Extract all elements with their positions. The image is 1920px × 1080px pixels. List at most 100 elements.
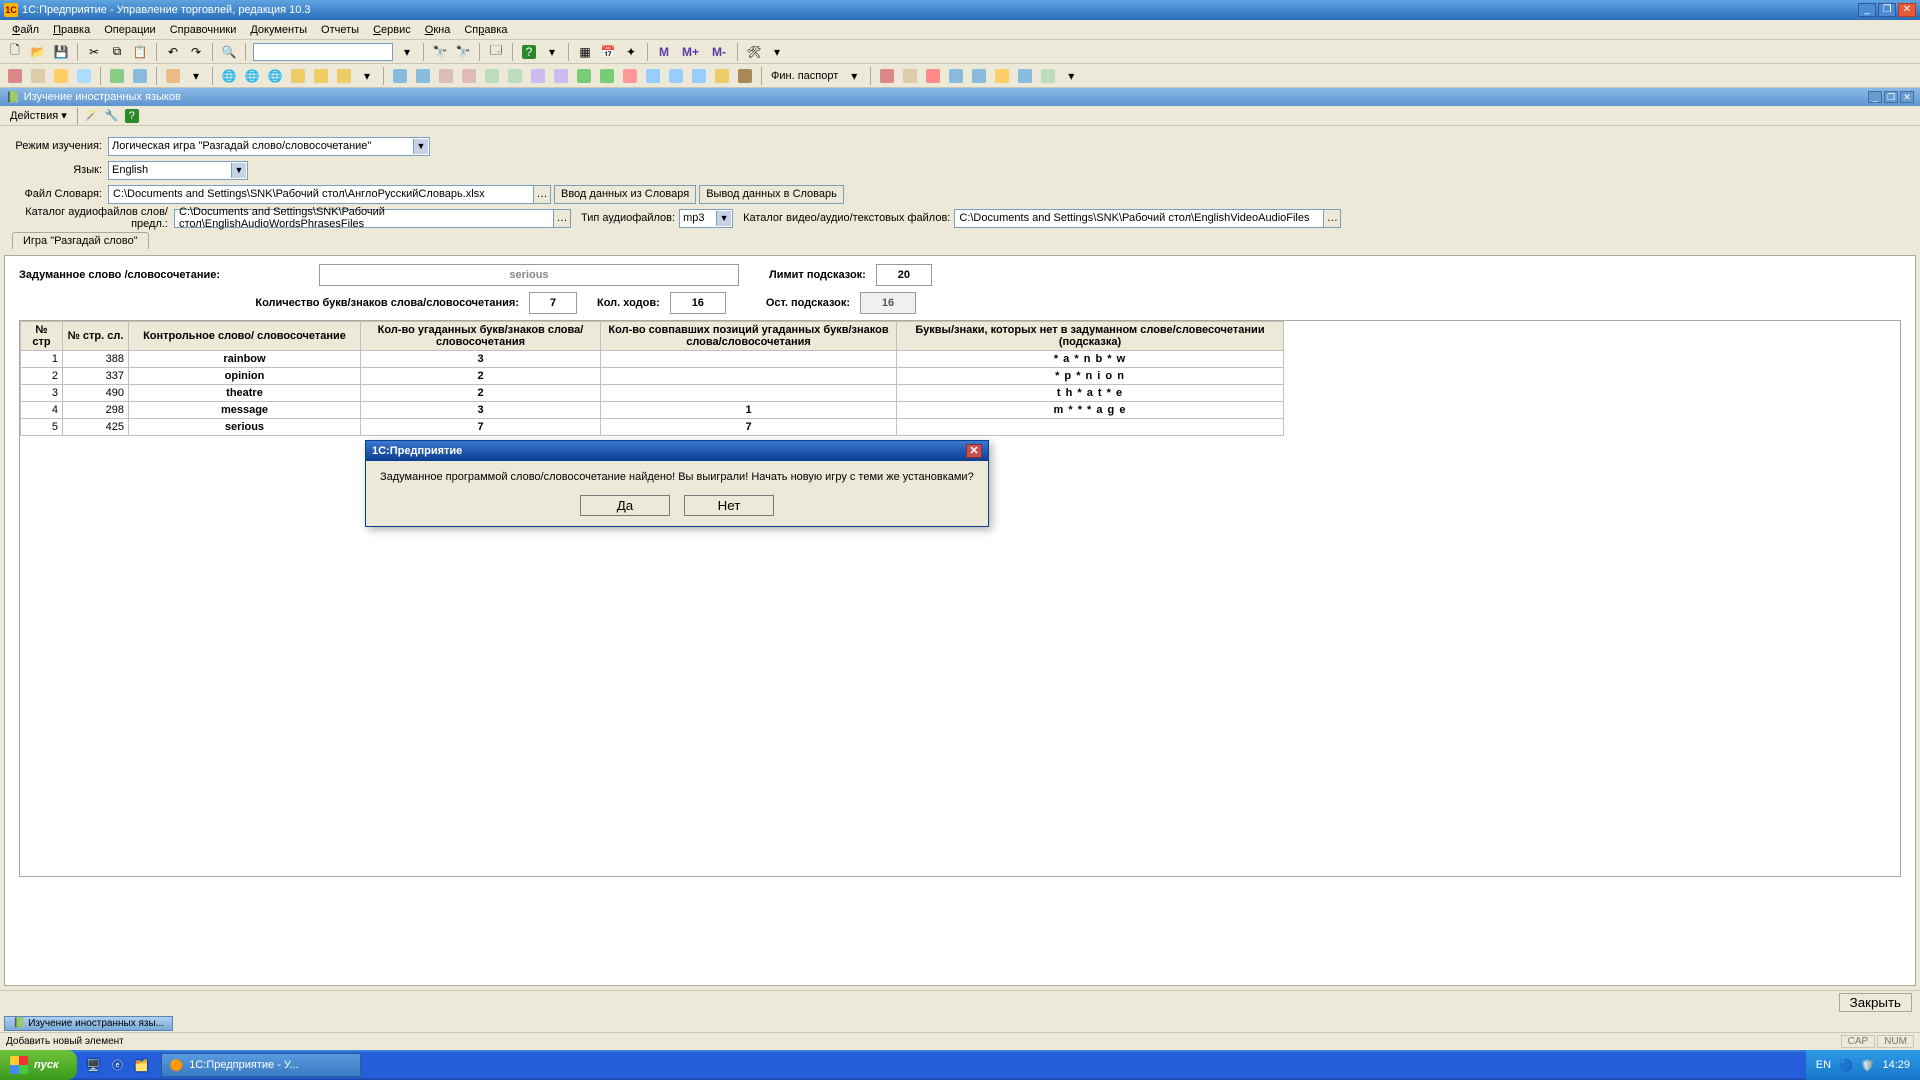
- guess-field[interactable]: serious: [319, 264, 739, 286]
- quicklaunch-icon[interactable]: 🗂️: [133, 1056, 151, 1074]
- tb2-icon[interactable]: [575, 67, 593, 85]
- tb2-icon[interactable]: [131, 67, 149, 85]
- import-button[interactable]: Ввод данных из Словаря: [554, 185, 696, 204]
- tb2-icon[interactable]: [993, 67, 1011, 85]
- binoculars-icon[interactable]: 🔭: [431, 43, 449, 61]
- close-button[interactable]: ✕: [1898, 3, 1916, 17]
- tb2-icon[interactable]: [483, 67, 501, 85]
- find-icon[interactable]: 🔍: [220, 43, 238, 61]
- close-panel-button[interactable]: Закрыть: [1839, 993, 1912, 1012]
- fin-passport-label[interactable]: Фин. паспорт: [769, 70, 840, 82]
- table-icon[interactable]: ▦: [576, 43, 594, 61]
- new-icon[interactable]: 🗋: [6, 43, 24, 61]
- media-cat-input[interactable]: C:\Documents and Settings\SNK\Рабочий ст…: [954, 209, 1324, 228]
- tb2-icon[interactable]: [312, 67, 330, 85]
- export-button[interactable]: Вывод данных в Словарь: [699, 185, 844, 204]
- table-row[interactable]: 2337opinion2* p * n i o n: [21, 368, 1284, 385]
- copy-icon[interactable]: ⧉: [108, 43, 126, 61]
- dropdown-icon[interactable]: ▾: [398, 43, 416, 61]
- chevron-down-icon[interactable]: ▼: [231, 163, 246, 178]
- yes-button[interactable]: Да: [580, 495, 670, 516]
- tray-icon[interactable]: 🔵: [1839, 1059, 1853, 1072]
- tb2-icon[interactable]: [690, 67, 708, 85]
- menu-help[interactable]: Справка: [458, 22, 513, 38]
- tb2-icon[interactable]: [460, 67, 478, 85]
- tb2-icon[interactable]: [289, 67, 307, 85]
- tools-icon[interactable]: 🛠: [745, 43, 763, 61]
- tb2-icon[interactable]: [391, 67, 409, 85]
- menu-service[interactable]: Сервис: [367, 22, 417, 38]
- menu-directories[interactable]: Справочники: [164, 22, 243, 38]
- mdi-tab[interactable]: 📗 Изучение иностранных язы...: [4, 1016, 173, 1031]
- dropdown-icon[interactable]: ▾: [845, 67, 863, 85]
- start-button[interactable]: пуск: [0, 1050, 77, 1080]
- tb2-icon[interactable]: [552, 67, 570, 85]
- childwin-minimize[interactable]: _: [1868, 91, 1882, 103]
- game-tab[interactable]: Игра "Разгадай слово": [12, 232, 149, 249]
- tb2-icon[interactable]: [529, 67, 547, 85]
- minimize-button[interactable]: _: [1858, 3, 1876, 17]
- sparkle-icon[interactable]: ✦: [622, 43, 640, 61]
- tb2-icon[interactable]: [901, 67, 919, 85]
- chevron-down-icon[interactable]: ▼: [716, 211, 731, 226]
- tb2-icon[interactable]: [414, 67, 432, 85]
- globe-icon[interactable]: 🌐: [243, 67, 261, 85]
- col-header[interactable]: Кол-во угаданных букв/знаков слова/слово…: [361, 322, 601, 351]
- quicklaunch-icon[interactable]: 🖥️: [85, 1056, 103, 1074]
- no-button[interactable]: Нет: [684, 495, 774, 516]
- tb2-icon[interactable]: [736, 67, 754, 85]
- col-header[interactable]: № стр. сл.: [63, 322, 129, 351]
- tb2-icon[interactable]: [970, 67, 988, 85]
- table-row[interactable]: 3490theatre2t h * a t * e: [21, 385, 1284, 402]
- tb2-icon[interactable]: [335, 67, 353, 85]
- quicklaunch-ie-icon[interactable]: ⓔ: [109, 1056, 127, 1074]
- tb2-icon[interactable]: [621, 67, 639, 85]
- help-icon[interactable]: ?: [124, 108, 140, 124]
- actions-menu[interactable]: Действия ▾: [6, 108, 71, 123]
- cut-icon[interactable]: ✂: [85, 43, 103, 61]
- audio-cat-input[interactable]: C:\Documents and Settings\SNK\Рабочий ст…: [174, 209, 554, 228]
- tb2-icon[interactable]: [878, 67, 896, 85]
- filter-icon[interactable]: 🔧: [104, 108, 120, 124]
- open-icon[interactable]: 📂: [29, 43, 47, 61]
- menu-windows[interactable]: Окна: [419, 22, 457, 38]
- wand-icon[interactable]: 🪄: [84, 108, 100, 124]
- menu-documents[interactable]: Документы: [244, 22, 313, 38]
- globe-icon[interactable]: 🌐: [220, 67, 238, 85]
- tray-icon[interactable]: 🛡️: [1861, 1059, 1875, 1072]
- menu-operations[interactable]: Операции: [98, 22, 161, 38]
- tb2-icon[interactable]: [1016, 67, 1034, 85]
- chevron-down-icon[interactable]: ▼: [413, 139, 428, 154]
- tb2-icon[interactable]: [75, 67, 93, 85]
- tb2-icon[interactable]: [164, 67, 182, 85]
- lang-combo[interactable]: English ▼: [108, 161, 248, 180]
- paste-icon[interactable]: 📋: [131, 43, 149, 61]
- globe-icon[interactable]: 🌐: [266, 67, 284, 85]
- redo-icon[interactable]: ↷: [187, 43, 205, 61]
- tb2-icon[interactable]: [667, 67, 685, 85]
- binoculars-next-icon[interactable]: 🔭: [454, 43, 472, 61]
- tb2-icon[interactable]: [108, 67, 126, 85]
- col-header[interactable]: Буквы/знаки, которых нет в задуманном сл…: [897, 322, 1284, 351]
- save-icon[interactable]: 💾: [52, 43, 70, 61]
- col-header[interactable]: Кол-во совпавших позиций угаданных букв/…: [601, 322, 897, 351]
- tb2-icon[interactable]: ▾: [358, 67, 376, 85]
- dropdown-icon[interactable]: ▾: [768, 43, 786, 61]
- tb2-icon[interactable]: [6, 67, 24, 85]
- tb2-icon[interactable]: [52, 67, 70, 85]
- tb2-icon[interactable]: [924, 67, 942, 85]
- dict-input[interactable]: C:\Documents and Settings\SNK\Рабочий ст…: [108, 185, 534, 204]
- tb2-icon[interactable]: [644, 67, 662, 85]
- childwin-close[interactable]: ✕: [1900, 91, 1914, 103]
- m-minus-button[interactable]: M-: [708, 43, 730, 61]
- m-button[interactable]: M: [655, 43, 673, 61]
- table-row[interactable]: 5425serious77: [21, 419, 1284, 436]
- menu-file[interactable]: Файл: [6, 22, 45, 38]
- m-plus-button[interactable]: M+: [678, 43, 703, 61]
- tb2-icon[interactable]: [598, 67, 616, 85]
- undo-icon[interactable]: ↶: [164, 43, 182, 61]
- dropdown-icon[interactable]: ▾: [543, 43, 561, 61]
- tb2-icon[interactable]: ▾: [187, 67, 205, 85]
- taskbar-app[interactable]: 🟠 1С:Предприятие - У...: [161, 1053, 361, 1077]
- table-row[interactable]: 1388rainbow3* a * n b * w: [21, 351, 1284, 368]
